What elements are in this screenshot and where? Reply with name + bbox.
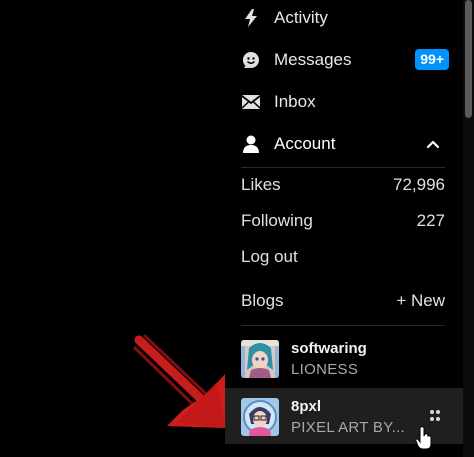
avatar: [241, 340, 279, 378]
blog-title: PIXEL ART BY...: [291, 419, 406, 436]
blog-title: LIONESS: [291, 361, 359, 378]
grip-dots-icon[interactable]: [429, 408, 441, 424]
chevron-up-icon[interactable]: [425, 136, 441, 152]
account-menu-panel: Activity Messages 99+ Inbox Account Like…: [225, 0, 474, 457]
envelope-icon: [241, 92, 261, 112]
account-divider: [241, 167, 445, 168]
following-count: 227: [416, 211, 445, 230]
logout-row[interactable]: Log out: [241, 242, 445, 272]
scrollbar-thumb[interactable]: [465, 0, 472, 118]
blog-name: 8pxl: [291, 398, 322, 415]
blogs-label: Blogs: [241, 291, 284, 310]
nav-activity[interactable]: Activity: [225, 0, 463, 38]
hand-cursor-icon: [415, 426, 432, 450]
nav-activity-label: Activity: [274, 8, 328, 27]
nav-account[interactable]: Account: [225, 124, 463, 164]
blog-name: softwaring: [291, 340, 367, 357]
lightning-bolt-icon: [241, 8, 261, 28]
logout-label: Log out: [241, 247, 298, 266]
blog-item-softwaring[interactable]: softwaring LIONESS: [225, 330, 463, 386]
avatar: [241, 398, 279, 436]
new-blog-link[interactable]: + New: [396, 291, 445, 311]
likes-label: Likes: [241, 175, 281, 194]
likes-count: 72,996: [393, 175, 445, 194]
blog-item-8pxl[interactable]: 8pxl PIXEL ART BY...: [225, 388, 463, 450]
following-label: Following: [241, 211, 313, 230]
background-area: [0, 0, 225, 457]
messages-count-badge: 99+: [415, 49, 449, 70]
chat-bubble-smile-icon: [241, 50, 261, 70]
scrollbar[interactable]: [463, 0, 474, 457]
nav-messages[interactable]: Messages 99+: [225, 40, 463, 80]
account-following-row[interactable]: Following 227: [241, 206, 445, 236]
blogs-header: Blogs + New: [241, 286, 445, 316]
account-likes-row[interactable]: Likes 72,996: [241, 170, 445, 200]
blogs-divider: [241, 325, 445, 326]
person-icon: [241, 134, 261, 154]
nav-inbox[interactable]: Inbox: [225, 82, 463, 122]
nav-messages-label: Messages: [274, 50, 352, 69]
nav-inbox-label: Inbox: [274, 92, 316, 111]
nav-account-label: Account: [274, 134, 336, 153]
